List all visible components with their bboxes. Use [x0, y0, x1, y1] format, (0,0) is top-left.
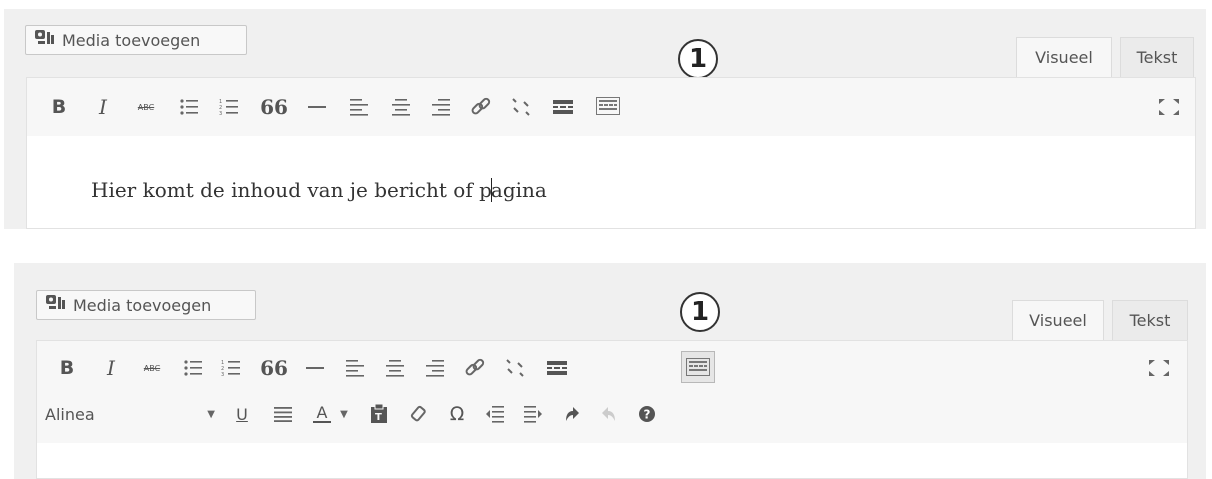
content-text-before: Hier komt de inhoud van je bericht of p [91, 178, 492, 202]
align-left-icon[interactable] [347, 94, 371, 120]
chevron-down-icon[interactable]: ▼ [337, 401, 351, 427]
blockquote-button[interactable]: 66 [259, 94, 289, 120]
add-media-button[interactable]: Media toevoegen [36, 290, 256, 320]
svg-text:T: T [375, 412, 382, 423]
align-center-icon[interactable] [389, 94, 413, 120]
svg-text:?: ? [644, 408, 651, 422]
link-icon[interactable] [463, 355, 487, 381]
unlink-icon[interactable] [509, 94, 533, 120]
read-more-icon[interactable] [545, 355, 569, 381]
redo-icon[interactable] [597, 401, 621, 427]
content-text-after: agina [490, 178, 547, 202]
media-add-icon [45, 294, 67, 316]
editor-area: B I ABC 123 66 Alinea ▼ U A ▼ T Ω ? [36, 340, 1188, 479]
text-color-button[interactable]: A [309, 401, 335, 427]
align-center-icon[interactable] [383, 355, 407, 381]
bullet-list-icon[interactable] [177, 94, 201, 120]
add-media-button[interactable]: Media toevoegen [25, 25, 247, 55]
tab-text[interactable]: Tekst [1120, 37, 1194, 77]
outdent-icon[interactable] [483, 401, 507, 427]
fullscreen-icon[interactable] [1157, 96, 1181, 118]
justify-icon[interactable] [271, 401, 295, 427]
undo-icon[interactable] [559, 401, 583, 427]
strikethrough-button[interactable]: ABC [137, 357, 167, 379]
step-badge: 1 [680, 292, 720, 332]
step-badge: 1 [678, 39, 718, 79]
fullscreen-icon[interactable] [1147, 357, 1171, 379]
special-char-button[interactable]: Ω [445, 401, 469, 427]
align-left-icon[interactable] [343, 355, 367, 381]
horizontal-line-icon[interactable] [303, 355, 327, 381]
text-color-bar [313, 421, 331, 423]
strikethrough-button[interactable]: ABC [131, 96, 161, 118]
align-right-icon[interactable] [429, 94, 453, 120]
editor-panel-top: Media toevoegen 1 Visueel Tekst B I ABC … [4, 9, 1206, 229]
toolbar-toggle-icon[interactable] [681, 351, 715, 383]
bullet-list-icon[interactable] [181, 355, 205, 381]
svg-text:3: 3 [219, 111, 222, 116]
numbered-list-icon[interactable]: 123 [219, 355, 243, 381]
editor-area: B I ABC 123 66 Hier komt de inhoud van j… [26, 77, 1196, 229]
svg-text:3: 3 [221, 372, 224, 377]
indent-icon[interactable] [521, 401, 545, 427]
media-add-icon [34, 29, 56, 51]
tab-visual[interactable]: Visueel [1012, 300, 1104, 340]
read-more-icon[interactable] [551, 94, 575, 120]
format-select[interactable]: Alinea ▼ [45, 400, 215, 428]
blockquote-button[interactable]: 66 [259, 355, 289, 381]
tab-text[interactable]: Tekst [1112, 300, 1188, 340]
bold-button[interactable]: B [47, 94, 71, 120]
bold-button[interactable]: B [55, 355, 79, 381]
italic-button[interactable]: I [91, 94, 115, 120]
toolbar-row-1: B I ABC 123 66 [27, 78, 1195, 136]
tab-visual[interactable]: Visueel [1016, 37, 1112, 77]
toolbar-toggle-icon[interactable] [593, 92, 623, 120]
italic-button[interactable]: I [99, 355, 123, 381]
add-media-label: Media toevoegen [73, 295, 212, 315]
help-icon[interactable]: ? [635, 401, 659, 427]
paste-text-icon[interactable]: T [367, 401, 391, 427]
numbered-list-icon[interactable]: 123 [217, 94, 241, 120]
link-icon[interactable] [469, 94, 493, 120]
horizontal-line-icon[interactable] [305, 94, 329, 120]
add-media-label: Media toevoegen [62, 30, 201, 50]
clear-format-icon[interactable] [407, 401, 431, 427]
text-color-label: A [316, 403, 328, 422]
editor-content[interactable]: Hier komt de inhoud van je bericht of pa… [91, 178, 547, 202]
unlink-icon[interactable] [503, 355, 527, 381]
align-right-icon[interactable] [423, 355, 447, 381]
chevron-down-icon: ▼ [207, 408, 215, 420]
toolbar-area: B I ABC 123 66 Alinea ▼ U A ▼ T Ω ? [37, 341, 1187, 443]
editor-panel-bottom: Media toevoegen 1 Visueel Tekst B I ABC … [14, 263, 1206, 479]
format-select-value: Alinea [45, 404, 95, 424]
underline-button[interactable]: U [231, 401, 253, 427]
